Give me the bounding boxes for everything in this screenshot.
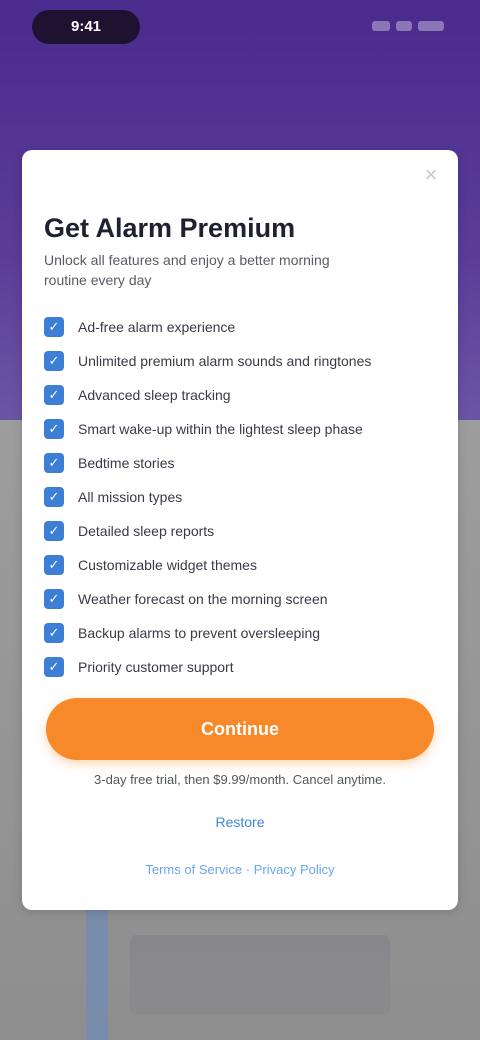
battery-icon bbox=[418, 21, 444, 31]
terms-privacy-link[interactable]: Terms of Service · Privacy Policy bbox=[22, 862, 458, 877]
premium-dialog: × Get Alarm Premium Unlock all features … bbox=[22, 150, 458, 910]
restore-purchases-link[interactable]: Restore bbox=[22, 814, 458, 830]
checkbox-checked-icon: ✓ bbox=[44, 385, 64, 405]
price-note: 3-day free trial, then $9.99/month. Canc… bbox=[94, 772, 386, 787]
feature-item: ✓ Backup alarms to prevent oversleeping bbox=[44, 616, 444, 650]
dialog-title: Get Alarm Premium bbox=[44, 213, 296, 243]
feature-label: Smart wake-up within the lightest sleep … bbox=[78, 421, 363, 437]
checkbox-checked-icon: ✓ bbox=[44, 623, 64, 643]
checkbox-checked-icon: ✓ bbox=[44, 419, 64, 439]
feature-item: ✓ Advanced sleep tracking bbox=[44, 378, 444, 412]
feature-label: Weather forecast on the morning screen bbox=[78, 591, 328, 607]
checkbox-checked-icon: ✓ bbox=[44, 521, 64, 541]
feature-item: ✓ Priority customer support bbox=[44, 650, 444, 684]
feature-item: ✓ Unlimited premium alarm sounds and rin… bbox=[44, 344, 444, 378]
feature-label: Detailed sleep reports bbox=[78, 523, 215, 539]
feature-item: ✓ Customizable widget themes bbox=[44, 548, 444, 582]
feature-item: ✓ Smart wake-up within the lightest slee… bbox=[44, 412, 444, 446]
checkbox-checked-icon: ✓ bbox=[44, 351, 64, 371]
feature-label: Advanced sleep tracking bbox=[78, 387, 231, 403]
feature-list: ✓ Ad-free alarm experience ✓ Unlimited p… bbox=[44, 310, 444, 684]
feature-label: Customizable widget themes bbox=[78, 557, 257, 573]
checkbox-checked-icon: ✓ bbox=[44, 589, 64, 609]
signal-icon bbox=[372, 21, 390, 31]
checkbox-checked-icon: ✓ bbox=[44, 555, 64, 575]
feature-label: Unlimited premium alarm sounds and ringt… bbox=[78, 353, 372, 369]
checkbox-checked-icon: ✓ bbox=[44, 317, 64, 337]
status-indicators bbox=[360, 18, 444, 34]
checkbox-checked-icon: ✓ bbox=[44, 487, 64, 507]
feature-item: ✓ All mission types bbox=[44, 480, 444, 514]
wifi-icon bbox=[396, 21, 412, 31]
feature-label: Ad-free alarm experience bbox=[78, 319, 236, 335]
close-icon[interactable]: × bbox=[418, 162, 444, 188]
feature-label: Priority customer support bbox=[78, 659, 234, 675]
status-time: 9:41 bbox=[32, 10, 140, 44]
feature-item: ✓ Detailed sleep reports bbox=[44, 514, 444, 548]
status-bar: 9:41 bbox=[0, 0, 480, 60]
dialog-subtitle: Unlock all features and enjoy a better m… bbox=[44, 252, 330, 288]
checkbox-checked-icon: ✓ bbox=[44, 657, 64, 677]
feature-item: ✓ Ad-free alarm experience bbox=[44, 310, 444, 344]
feature-item: ✓ Weather forecast on the morning screen bbox=[44, 582, 444, 616]
background-content-block bbox=[130, 935, 390, 1015]
continue-button[interactable]: Continue bbox=[46, 698, 434, 760]
checkbox-checked-icon: ✓ bbox=[44, 453, 64, 473]
feature-item: ✓ Bedtime stories bbox=[44, 446, 444, 480]
feature-label: All mission types bbox=[78, 489, 183, 505]
feature-label: Backup alarms to prevent oversleeping bbox=[78, 625, 321, 641]
feature-label: Bedtime stories bbox=[78, 455, 175, 471]
background-content-strip bbox=[86, 910, 108, 1040]
